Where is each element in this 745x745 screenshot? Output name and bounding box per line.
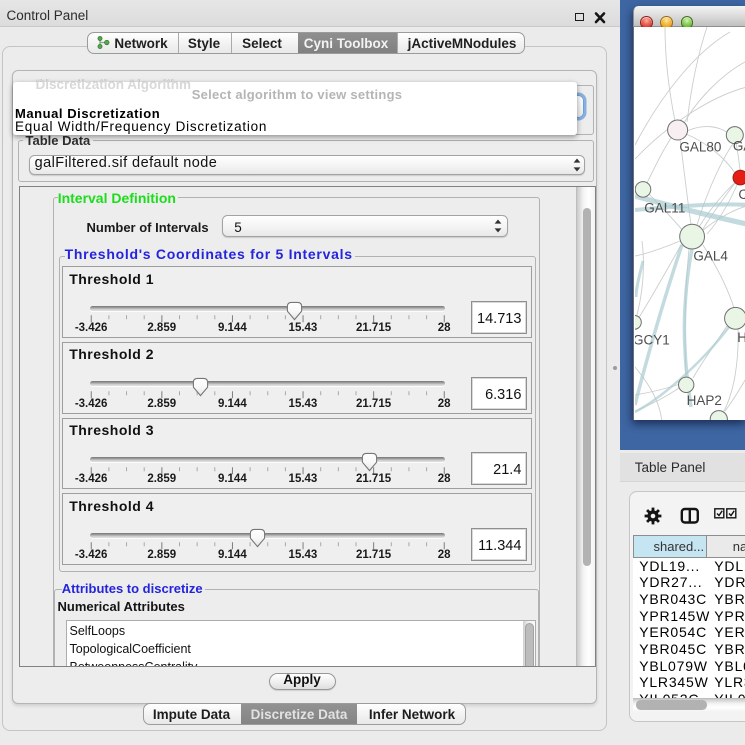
svg-text:C: C [738,187,745,202]
svg-text:HAP2: HAP2 [686,393,721,408]
svg-text:GCY1: GCY1 [635,332,670,347]
svg-text:GAL: GAL [732,138,745,153]
svg-text:H: H [737,330,745,345]
svg-text:GAL80: GAL80 [679,139,721,154]
svg-text:GAL4: GAL4 [693,248,728,263]
svg-text:GAL11: GAL11 [644,200,685,215]
